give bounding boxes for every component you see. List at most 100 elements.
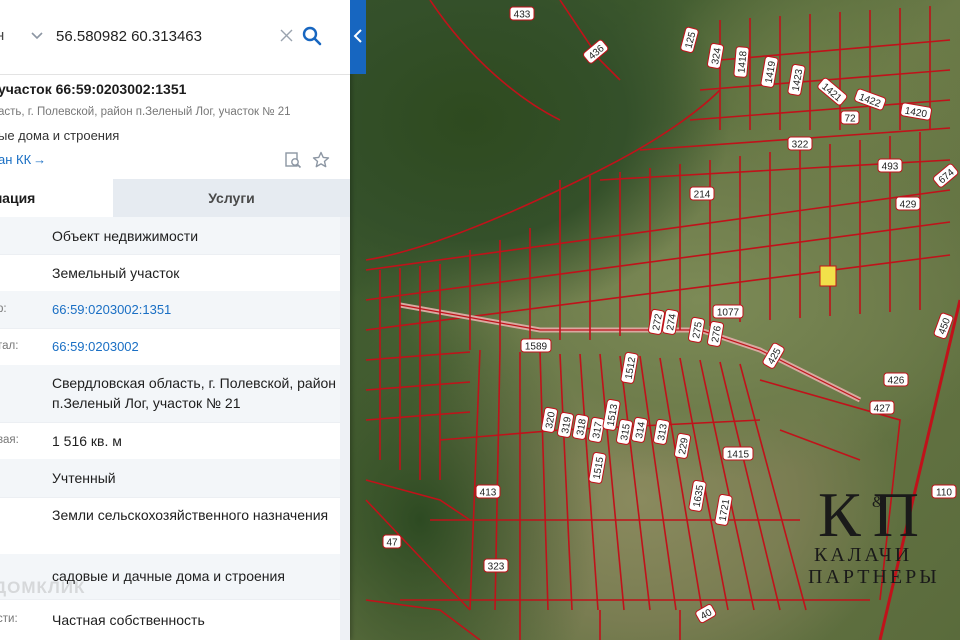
parcel-number-label: 318	[571, 413, 590, 440]
star-icon[interactable]	[312, 151, 330, 169]
clear-icon[interactable]	[280, 29, 293, 42]
collapse-panel-button[interactable]	[350, 0, 366, 74]
parcel-number-label: 1415	[722, 446, 754, 461]
table-row: р: 66:59:0203002:1351	[0, 291, 340, 329]
quarter-number-link[interactable]: 66:59:0203002	[52, 337, 337, 357]
parcel-number-label: 229	[673, 432, 692, 459]
search-type-label[interactable]: н	[0, 27, 4, 44]
parcel-number-label: 47	[382, 534, 402, 549]
parcel-number: 317	[591, 421, 605, 440]
table-row: Земельный участок	[0, 254, 340, 292]
parcel-number-label: 320	[540, 406, 559, 433]
parcel-number-label: 323	[483, 558, 509, 573]
scrollbar[interactable]	[340, 217, 350, 640]
parcel-number-label: 322	[787, 136, 813, 151]
info-panel: н 56.580982 60.313463 участок 66:59:0203…	[0, 0, 350, 640]
parcel-number: 320	[544, 411, 558, 430]
parcel-number: 1418	[737, 50, 750, 74]
parcel-number-label: 1420	[900, 102, 933, 121]
tab-services[interactable]: Услуги	[113, 179, 350, 217]
row-label: р:	[0, 303, 7, 315]
parcel-number: 214	[694, 190, 711, 201]
table-row: Учтенный	[0, 459, 340, 498]
arrow-right-icon: →	[33, 152, 47, 167]
table-row: Объект недвижимости	[0, 217, 340, 255]
parcel-number-label: 413	[475, 484, 501, 499]
parcel-number: 314	[634, 421, 648, 440]
document-search-icon[interactable]	[284, 151, 302, 169]
parcel-number: 322	[792, 140, 809, 151]
parcel-number: 229	[677, 437, 691, 456]
row-value: Частная собственность	[52, 612, 205, 628]
row-value: Земельный участок	[52, 265, 180, 281]
table-row: Свердловская область, г. Полевской, райо…	[0, 365, 340, 423]
table-row: сти: Частная собственность	[0, 599, 340, 640]
plan-link-label[interactable]: ан КК	[0, 152, 31, 167]
tab-bar: мация Услуги	[0, 179, 350, 217]
table-row: вая: 1 516 кв. м	[0, 422, 340, 460]
parcel-number-label: 493	[877, 158, 903, 173]
parcel-number-label: 1512	[620, 351, 639, 384]
row-label: сти:	[0, 613, 18, 625]
table-row: Земли сельскохозяйственного назначения	[0, 497, 340, 555]
parcel-number: 426	[888, 376, 905, 387]
parcel-number: 313	[656, 423, 670, 442]
row-value: 1 516 кв. м	[52, 433, 122, 449]
parcel-number: 72	[844, 114, 856, 125]
tab-information[interactable]: мация	[0, 179, 113, 217]
parcel-number-label: 72	[840, 110, 860, 125]
table-row: тал: 66:59:0203002	[0, 328, 340, 366]
logo-letters: К П	[818, 479, 919, 550]
parcel-number-label: 1418	[733, 46, 750, 78]
row-label: вая:	[0, 434, 19, 446]
row-value: садовые и дачные дома и строения	[52, 568, 285, 584]
parcel-number: 1077	[717, 308, 740, 319]
plan-link[interactable]: ан КК →	[0, 152, 46, 167]
row-value: Земли сельскохозяйственного назначения	[52, 507, 329, 523]
parcel-number-label: 317	[587, 416, 606, 443]
parcel-number-label: 314	[630, 416, 649, 443]
parcel-number-label: 674	[933, 163, 959, 188]
parcel-number-label: 1721	[714, 493, 733, 526]
row-value: Объект недвижимости	[52, 228, 199, 244]
parcel-number-label: 40	[695, 604, 717, 624]
parcel-number-label: 315	[615, 418, 634, 445]
object-use: ые дома и строения	[0, 128, 120, 143]
parcel-number-label: 436	[583, 39, 609, 64]
parcel-number-label: 433	[509, 6, 535, 21]
parcel-number: 429	[900, 200, 917, 211]
parcel-number-label: 319	[556, 411, 575, 438]
parcel-number: 315	[619, 423, 633, 442]
logo-line2: ПАРТНЕРЫ	[808, 566, 940, 588]
parcel-number-label: 426	[883, 372, 909, 387]
row-value: Свердловская область, г. Полевской, райо…	[52, 375, 337, 411]
parcel-number-label: 313	[652, 418, 671, 445]
parcel-number: 323	[488, 562, 505, 573]
parcel-number-label: 324	[706, 42, 725, 69]
object-title: участок 66:59:0203002:1351	[0, 81, 187, 97]
parcel-number: 275	[691, 321, 705, 340]
chevron-down-icon[interactable]	[30, 28, 44, 42]
parcel-number-label: 1421	[817, 77, 848, 106]
cadastral-number-link[interactable]: 66:59:0203002:1351	[52, 300, 337, 320]
logo-ampersand: &	[872, 494, 885, 511]
row-value: Учтенный	[52, 470, 116, 486]
selected-parcel[interactable]	[819, 265, 837, 287]
parcel-number: 47	[386, 538, 398, 549]
company-logo: К П & КАЛАЧИ ПАРТНЕРЫ	[808, 480, 958, 590]
parcel-number: 413	[480, 488, 497, 499]
table-row: садовые и дачные дома и строения	[0, 554, 340, 600]
search-icon[interactable]	[302, 26, 322, 46]
parcel-number: 433	[514, 10, 531, 21]
parcel-number-label: 1077	[712, 304, 744, 319]
parcel-number-label: 1635	[688, 479, 707, 512]
object-address: асть, г. Полевской, район п.Зеленый Лог,…	[0, 106, 291, 118]
parcel-number-label: 275	[687, 316, 706, 343]
row-label: тал:	[0, 340, 19, 352]
logo-line1: КАЛАЧИ	[814, 544, 913, 566]
parcel-number: 324	[710, 47, 724, 66]
parcel-number-label: 1423	[787, 63, 806, 96]
parcel-number: 319	[560, 416, 574, 435]
search-input[interactable]: 56.580982 60.313463	[56, 28, 202, 45]
parcel-number: 276	[710, 325, 724, 344]
